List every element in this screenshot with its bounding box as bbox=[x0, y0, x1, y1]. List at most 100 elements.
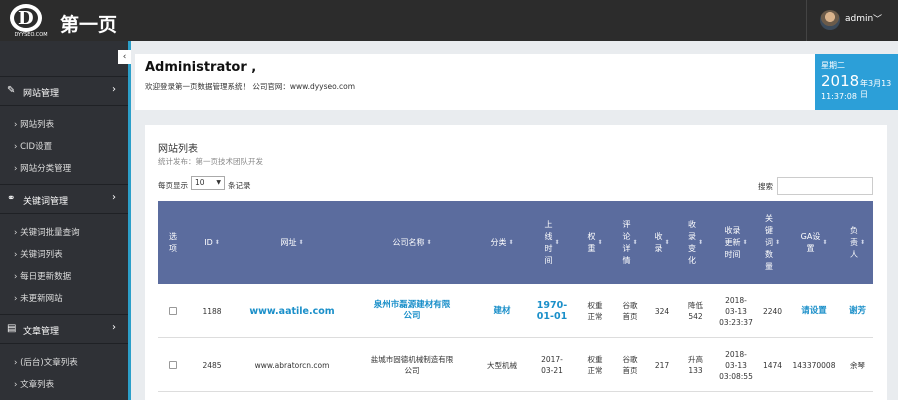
edit-icon: ✎ bbox=[7, 85, 16, 96]
cell-category: 大型机械 bbox=[487, 360, 517, 370]
sidebar-group-0[interactable]: ✎ 网站管理 › bbox=[0, 76, 128, 106]
logo[interactable]: D DYYSEO.COM bbox=[8, 4, 52, 38]
column-header[interactable]: 收录 更新 时间 ⬍ bbox=[713, 201, 759, 284]
sidebar-item-label: › 未更新网站 bbox=[14, 294, 63, 304]
column-header[interactable]: 负 责 人 ⬍ bbox=[842, 201, 873, 284]
sidebar-item[interactable]: › 关键词列表 bbox=[0, 242, 128, 264]
sort-icon[interactable]: ⬍ bbox=[508, 237, 513, 249]
sidebar-item[interactable]: › CID设置 bbox=[0, 134, 128, 156]
row-checkbox[interactable] bbox=[169, 307, 177, 315]
cell-index_change: 升高 133 bbox=[688, 355, 703, 375]
sidebar-item-label: › 关键词列表 bbox=[14, 250, 63, 260]
welcome-subtitle: 欢迎登录第一页数据管理系统！ 公司官网：www.dyyseo.com bbox=[145, 82, 355, 91]
table-header: 选 项 ID ⬍ 网址 ⬍ 公司名称 ⬍ 分类 ⬍ 上 线 时 间 ⬍ 权 重 ⬍ 评 论 详 情 ⬍ 收 录… bbox=[158, 201, 873, 284]
chevron-right-icon: › bbox=[112, 192, 116, 203]
cell-url[interactable]: www.aatile.com bbox=[236, 284, 348, 338]
welcome-panel: Administrator , 欢迎登录第一页数据管理系统！ 公司官网：www.… bbox=[135, 54, 815, 110]
column-header[interactable]: 收 录 变 化 ⬍ bbox=[678, 201, 713, 284]
user-menu[interactable]: admin ﹀ bbox=[806, 0, 898, 41]
sort-icon[interactable]: ⬍ bbox=[698, 237, 703, 249]
sidebar-item[interactable]: › 关键词批量查询 bbox=[0, 220, 128, 242]
cell-index_change: 降低 542 bbox=[688, 301, 703, 321]
row-select-cell bbox=[158, 284, 188, 338]
sidebar-item-label: › (后台)文章列表 bbox=[14, 358, 78, 368]
sort-icon[interactable]: ⬍ bbox=[664, 237, 669, 249]
avatar[interactable] bbox=[820, 10, 840, 30]
sort-icon[interactable]: ⬍ bbox=[775, 237, 780, 249]
page-length-suffix: 条记录 bbox=[228, 181, 251, 190]
column-header-label: 权 重 bbox=[587, 231, 596, 253]
sidebar-group-2[interactable]: ▤ 文章管理 › bbox=[0, 314, 128, 344]
sort-icon[interactable]: ⬍ bbox=[632, 237, 637, 249]
page-length-select[interactable]: 10 ▼ bbox=[191, 176, 225, 190]
column-header[interactable]: 权 重 ⬍ bbox=[576, 201, 614, 284]
date-box: 星期二 2018 年3月13日 11:37:08 bbox=[815, 54, 898, 110]
column-header[interactable]: 收 录 ⬍ bbox=[646, 201, 678, 284]
chevron-right-icon: › bbox=[112, 84, 116, 95]
site-name: 第一页 bbox=[60, 14, 118, 36]
cell-ga[interactable]: 请设置 bbox=[786, 284, 842, 338]
sort-icon[interactable]: ⬍ bbox=[298, 237, 303, 249]
sidebar-item[interactable]: › 网站分类管理 bbox=[0, 156, 128, 178]
sidebar-item[interactable]: › (后台)文章列表 bbox=[0, 350, 128, 372]
cell-company: 盐城市固德机械制造有限 公司 bbox=[370, 355, 454, 375]
column-header-label: 分类 bbox=[490, 237, 507, 247]
cell-weight: 权重 正常 bbox=[587, 301, 603, 321]
sidebar-item-label: › 文章列表 bbox=[14, 380, 55, 390]
sort-icon[interactable]: ⬍ bbox=[554, 237, 559, 249]
cell-index_time: 2018- 03-13 03:08:55 bbox=[719, 349, 753, 381]
sidebar-group-label: 关键词管理 bbox=[23, 197, 69, 207]
user-name[interactable]: admin bbox=[845, 14, 873, 24]
sort-icon[interactable]: ⬍ bbox=[215, 237, 220, 249]
cell-online: 1970- 01-01 bbox=[536, 300, 568, 322]
column-header-label: 关 键 词 数 量 bbox=[764, 213, 773, 271]
column-header[interactable]: 公司名称 ⬍ bbox=[348, 201, 476, 284]
column-header[interactable]: 关 键 词 数 量 ⬍ bbox=[759, 201, 786, 284]
cell-category: 建材 bbox=[493, 305, 511, 316]
column-header[interactable]: 上 线 时 间 ⬍ bbox=[528, 201, 576, 284]
row-checkbox[interactable] bbox=[169, 361, 177, 369]
column-header-label: 公司名称 bbox=[392, 237, 425, 247]
cell-review: 谷歌 首页 bbox=[622, 301, 638, 321]
column-header[interactable]: GA设 置 ⬍ bbox=[786, 201, 842, 284]
sidebar-item[interactable]: › 网站列表 bbox=[0, 112, 128, 134]
column-header[interactable]: ID ⬍ bbox=[188, 201, 236, 284]
cell-id: 2485 bbox=[202, 360, 222, 370]
date-time: 11:37:08 bbox=[821, 92, 857, 101]
column-header[interactable]: 分类 ⬍ bbox=[476, 201, 528, 284]
sidebar-item-label: › 网站列表 bbox=[14, 120, 55, 130]
cell-ga[interactable]: 143370008 bbox=[786, 338, 842, 392]
sidebar-item[interactable]: › 未更新网站 bbox=[0, 286, 128, 308]
cell-owner: 余琴 bbox=[850, 360, 865, 370]
cell-owner: 谢芳 bbox=[848, 305, 866, 316]
column-header-label: 负 责 人 bbox=[849, 225, 858, 259]
search-input[interactable] bbox=[777, 177, 873, 195]
cell-index_time: 2018- 03-13 03:23:37 bbox=[719, 295, 753, 327]
sort-icon[interactable]: ⬍ bbox=[426, 237, 431, 249]
sidebar-group-1[interactable]: ⚭ 关键词管理 › bbox=[0, 184, 128, 214]
sidebar-item-label: › 网站分类管理 bbox=[14, 164, 72, 174]
sidebar-item[interactable]: › 每日更新数据 bbox=[0, 264, 128, 286]
link-icon: ⚭ bbox=[7, 193, 16, 204]
sidebar-item[interactable]: › 文章列表 bbox=[0, 372, 128, 394]
cell-url[interactable]: www.abratorcn.com bbox=[236, 338, 348, 392]
sort-icon[interactable]: ⬍ bbox=[822, 237, 827, 249]
column-header[interactable]: 评 论 详 情 ⬍ bbox=[614, 201, 646, 284]
column-header[interactable]: 网址 ⬍ bbox=[236, 201, 348, 284]
sort-icon[interactable]: ⬍ bbox=[597, 237, 602, 249]
chevron-right-icon: › bbox=[112, 322, 116, 333]
sort-icon[interactable]: ⬍ bbox=[742, 237, 747, 249]
sort-icon[interactable]: ⬍ bbox=[860, 237, 865, 249]
sidebar-item-label: › 关键词批量查询 bbox=[14, 228, 80, 238]
cell-review: 谷歌 首页 bbox=[622, 355, 638, 375]
sidebar: ‹ ✎ 网站管理 › › 网站列表 › CID设置 › 网站分类管理 ⚭ 关键词管理 › › 关键… bbox=[0, 41, 131, 400]
date-year: 2018 bbox=[821, 72, 860, 90]
chevron-down-icon[interactable]: ﹀ bbox=[873, 12, 882, 25]
sidebar-item-label: › CID设置 bbox=[14, 142, 53, 152]
search-label: 搜索 bbox=[758, 182, 773, 191]
logo-caption: DYYSEO.COM bbox=[14, 32, 48, 38]
column-header-label: 选 项 bbox=[169, 231, 177, 253]
sidebar-group-label: 文章管理 bbox=[23, 327, 60, 337]
row-select-cell bbox=[158, 338, 188, 392]
sidebar-collapse-button[interactable]: ‹ bbox=[118, 50, 131, 64]
